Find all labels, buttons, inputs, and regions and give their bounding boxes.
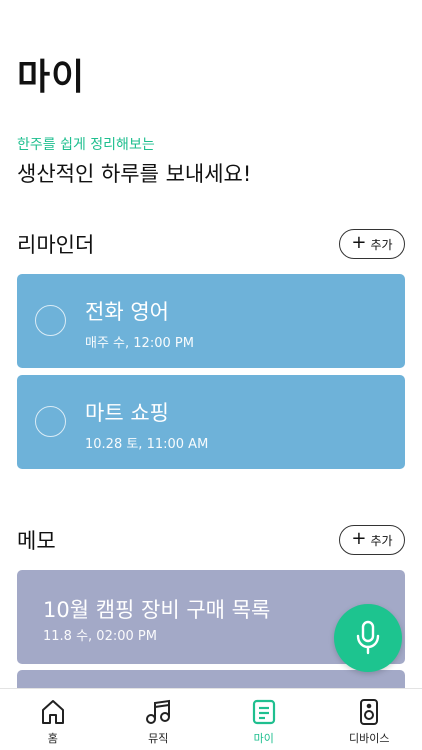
greeting-headline: 생산적인 하루를 보내세요! (17, 162, 252, 186)
bottom-tab-bar: 홈 뮤직 마이 디바이스 (0, 688, 422, 750)
reminder-check-circle[interactable] (35, 305, 66, 336)
speaker-icon (360, 699, 379, 725)
memo-date: 11.8 수, 02:00 PM (43, 629, 157, 644)
tab-music[interactable]: 뮤직 (106, 689, 212, 750)
page-title: 마이 (17, 57, 86, 98)
tab-devices-label: 디바이스 (349, 732, 390, 745)
music-note-icon (146, 699, 171, 724)
plus-icon: + (351, 232, 367, 253)
tab-devices[interactable]: 디바이스 (317, 689, 422, 750)
add-reminder-label: 추가 (370, 237, 393, 252)
reminder-schedule: 매주 수, 12:00 PM (85, 336, 194, 351)
tab-music-label: 뮤직 (148, 732, 169, 745)
reminder-section-title: 리마인더 (17, 233, 95, 257)
tab-home-label: 홈 (47, 732, 58, 745)
reminder-section-header: 리마인더 + 추가 (17, 228, 405, 260)
memo-title: 10월 캠핑 장비 구매 목록 (43, 598, 271, 622)
microphone-icon (356, 620, 380, 655)
reminder-check-circle[interactable] (35, 406, 66, 437)
tab-home[interactable]: 홈 (0, 689, 106, 750)
add-reminder-button[interactable]: + 추가 (339, 229, 405, 259)
memo-section-header: 메모 + 추가 (17, 524, 405, 556)
add-memo-button[interactable]: + 추가 (339, 525, 405, 555)
memo-icon (252, 699, 275, 725)
tab-my[interactable]: 마이 (211, 689, 317, 750)
reminder-title: 전화 영어 (85, 300, 169, 324)
voice-input-button[interactable] (334, 604, 402, 672)
add-memo-label: 추가 (370, 533, 393, 548)
reminder-card[interactable]: 마트 쇼핑 10.28 토, 11:00 AM (17, 375, 405, 469)
reminder-schedule: 10.28 토, 11:00 AM (85, 437, 209, 452)
home-icon (41, 700, 64, 724)
reminder-card[interactable]: 전화 영어 매주 수, 12:00 PM (17, 274, 405, 368)
tab-my-label: 마이 (253, 732, 274, 745)
reminder-title: 마트 쇼핑 (85, 401, 169, 425)
memo-section-title: 메모 (17, 529, 56, 553)
greeting-subtitle: 한주를 쉽게 정리해보는 (17, 137, 155, 153)
plus-icon: + (351, 528, 367, 549)
